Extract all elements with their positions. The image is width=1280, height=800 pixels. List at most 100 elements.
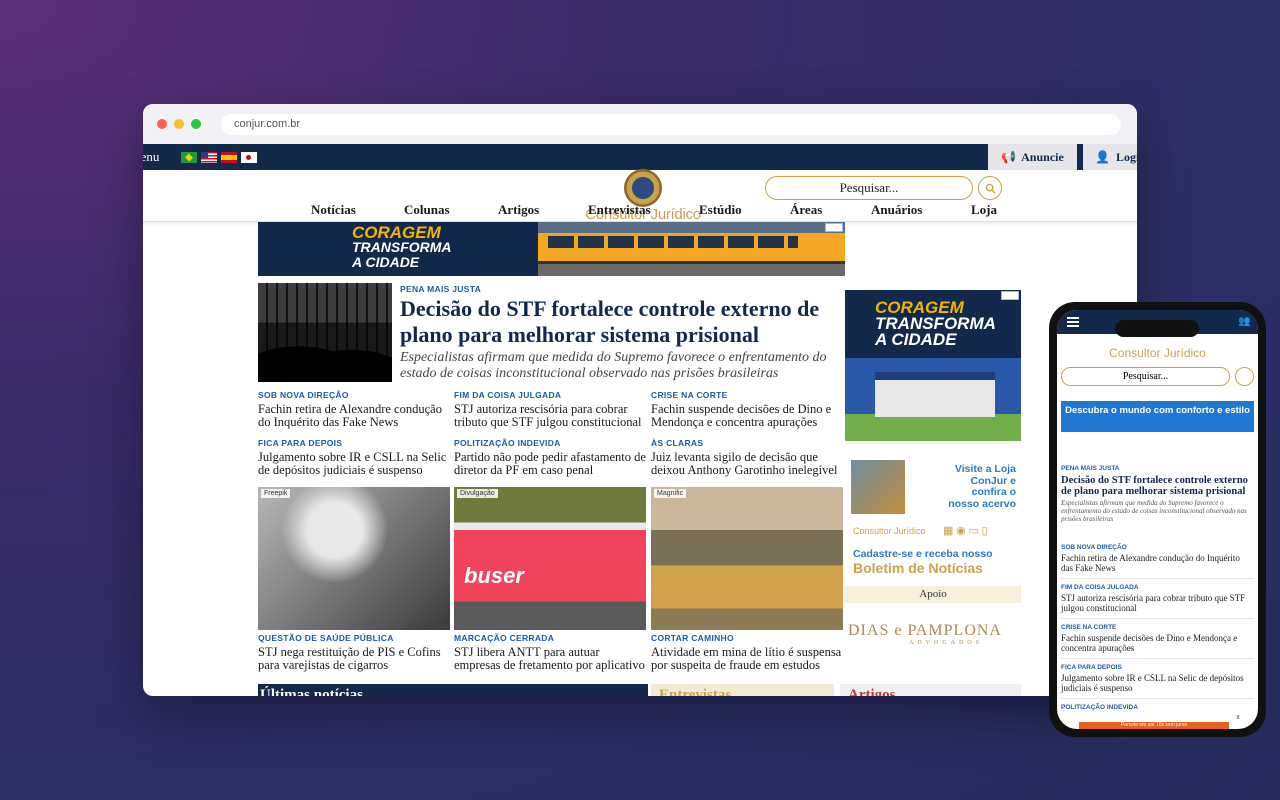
story-item[interactable]: SOB NOVA DIREÇÃO Fachin retira de Alexan… [258, 390, 450, 429]
phone-main-story[interactable]: PENA MAIS JUSTA Decisão do STF fortalece… [1061, 465, 1254, 523]
story-photo-bus[interactable]: Divulgação buser [454, 487, 646, 630]
maximize-dot[interactable] [191, 119, 201, 129]
phone-story-kicker[interactable]: FICA PARA DEPOIS [1061, 664, 1254, 671]
close-dot[interactable] [157, 119, 167, 129]
phone-story-title[interactable]: Fachin retira de Alexandre condução do I… [1061, 553, 1254, 573]
story-kicker[interactable]: MARCAÇÃO CERRADA [454, 633, 646, 643]
story-kicker[interactable]: SOB NOVA DIREÇÃO [258, 390, 450, 400]
phone-story-kicker[interactable]: SOB NOVA DIREÇÃO [1061, 544, 1254, 551]
story-title[interactable]: Fachin retira de Alexandre condução do I… [258, 403, 450, 429]
story-photo-mine[interactable]: Magnific [651, 487, 843, 630]
phone-story[interactable]: SOB NOVA DIREÇÃO Fachin retira de Alexan… [1061, 544, 1254, 579]
search-input[interactable]: Pesquisar... [765, 176, 973, 200]
divider [1061, 618, 1254, 619]
nav-artigos[interactable]: Artigos [498, 202, 539, 218]
divider [1061, 578, 1254, 579]
anuncie-button[interactable]: 📢 Anuncie [988, 144, 1077, 170]
sidebar-ad[interactable]: CORAGEM TRANSFORMA A CIDADE [845, 290, 1021, 441]
main-story-image[interactable] [258, 283, 392, 382]
building-image [875, 372, 995, 417]
story-title[interactable]: Julgamento sobre IR e CSLL na Selic de d… [258, 451, 450, 477]
phone-main-kicker[interactable]: PENA MAIS JUSTA [1061, 465, 1254, 472]
search-button[interactable] [978, 176, 1002, 200]
phone-story[interactable]: CRISE NA CORTE Fachin suspende decisões … [1061, 624, 1254, 659]
phone-mockup: 👥 Consultor Jurídico Pesquisar... Descub… [1049, 302, 1266, 737]
phone-search-icon[interactable] [1235, 367, 1254, 386]
phone-story[interactable]: FIM DA COISA JULGADA STJ autoriza rescis… [1061, 584, 1254, 619]
story-kicker[interactable]: FICA PARA DEPOIS [258, 438, 450, 448]
main-story-kicker[interactable]: PENA MAIS JUSTA [400, 284, 481, 294]
story-title[interactable]: STJ autoriza rescisória para cobrar trib… [454, 403, 646, 429]
story-title[interactable]: Partido não pode pedir afastamento de di… [454, 451, 646, 477]
nav-entrevistas[interactable]: Entrevistas [588, 202, 651, 218]
megaphone-icon: 📢 [1001, 149, 1017, 164]
story-kicker[interactable]: POLITIZAÇÃO INDEVIDA [454, 438, 646, 448]
phone-ad-banner[interactable]: Descubra o mundo com conforto e estilo [1061, 401, 1254, 432]
sponsor-logo[interactable]: DIAS e PAMPLONA ADVOGADOS [848, 622, 1024, 646]
story-item[interactable]: CRISE NA CORTE Fachin suspende decisões … [651, 390, 843, 429]
phone-main-title[interactable]: Decisão do STF fortalece controle extern… [1061, 475, 1254, 497]
hamburger-menu-icon[interactable] [1067, 317, 1079, 327]
ad-choices-icon[interactable] [1001, 291, 1019, 300]
story-title[interactable]: Atividade em mina de lítio é suspensa po… [651, 646, 843, 672]
top-ad-banner[interactable]: CORAGEM TRANSFORMA A CIDADE [258, 222, 845, 276]
search-icon [985, 183, 996, 194]
phone-search-input[interactable]: Pesquisar... [1061, 367, 1230, 386]
menu-button[interactable]: Menu [143, 149, 159, 165]
artigos-header[interactable]: Artigos [840, 684, 1021, 696]
story-item[interactable]: POLITIZAÇÃO INDEVIDA Partido não pode pe… [454, 438, 646, 477]
loja-text: Visite a Loja ConJur e confira o nosso a… [948, 463, 1016, 510]
phone-story[interactable]: POLITIZAÇÃO INDEVIDA [1061, 704, 1254, 711]
entrevistas-header[interactable]: Entrevistas [651, 684, 834, 696]
story-item[interactable]: FICA PARA DEPOIS Julgamento sobre IR e C… [258, 438, 450, 477]
phone-story[interactable]: FICA PARA DEPOIS Julgamento sobre IR e C… [1061, 664, 1254, 699]
nav-colunas[interactable]: Colunas [404, 202, 450, 218]
nav-noticias[interactable]: Notícias [311, 202, 356, 218]
usa-flag-icon[interactable] [201, 151, 218, 163]
phone-story-title[interactable]: Julgamento sobre IR e CSLL na Selic de d… [1061, 673, 1254, 693]
brazil-flag-icon[interactable] [181, 151, 198, 163]
phone-story-title[interactable]: Fachin suspende decisões de Dino e Mendo… [1061, 633, 1254, 653]
photo-story-text[interactable]: CORTAR CAMINHO Atividade em mina de líti… [651, 633, 843, 672]
phone-story-kicker[interactable]: FIM DA COISA JULGADA [1061, 584, 1254, 591]
main-story-title[interactable]: Decisão do STF fortalece controle extern… [400, 296, 840, 348]
newsletter-promo[interactable]: Consultor Jurídico ▦ ◉ ▭ ▯ Cadastre-se e… [845, 522, 1021, 582]
phone-story-title[interactable]: STJ autoriza rescisória para cobrar trib… [1061, 593, 1254, 613]
close-icon[interactable]: x [1230, 714, 1246, 721]
bus-image [538, 222, 845, 276]
user-icon[interactable]: 👥 [1238, 316, 1250, 328]
ad-choices-icon[interactable] [825, 223, 843, 232]
phone-logo[interactable]: Consultor Jurídico [1057, 346, 1258, 360]
story-kicker[interactable]: FIM DA COISA JULGADA [454, 390, 646, 400]
address-bar[interactable]: conjur.com.br [221, 114, 1121, 135]
japan-flag-icon[interactable] [241, 151, 258, 163]
site-header: Consultor Jurídico Pesquisar... Notícias… [143, 169, 1137, 223]
login-button[interactable]: 👤 Login [1083, 144, 1137, 170]
story-kicker[interactable]: CRISE NA CORTE [651, 390, 843, 400]
nav-estudio[interactable]: Estúdio [699, 202, 742, 218]
story-kicker[interactable]: ÀS CLARAS [651, 438, 843, 448]
story-item[interactable]: ÀS CLARAS Juiz levanta sigilo de decisão… [651, 438, 843, 477]
photo-story-text[interactable]: QUESTÃO DE SAÚDE PÚBLICA STJ nega restit… [258, 633, 450, 672]
newsletter-logo: Consultor Jurídico [853, 526, 926, 536]
loja-promo[interactable]: Visite a Loja ConJur e confira o nosso a… [845, 458, 1021, 518]
story-title[interactable]: STJ libera ANTT para autuar empresas de … [454, 646, 646, 672]
minimize-dot[interactable] [174, 119, 184, 129]
spain-flag-icon[interactable] [221, 151, 238, 163]
phone-bottom-ad[interactable]: Parcele em até 10x sem juros [1079, 722, 1229, 729]
phone-story-kicker[interactable]: CRISE NA CORTE [1061, 624, 1254, 631]
story-kicker[interactable]: CORTAR CAMINHO [651, 633, 843, 643]
nav-anuarios[interactable]: Anuários [871, 202, 922, 218]
nav-loja[interactable]: Loja [971, 202, 997, 218]
story-title[interactable]: Juiz levanta sigilo de decisão que deixo… [651, 451, 843, 477]
nav-areas[interactable]: Áreas [790, 202, 822, 218]
phone-story-kicker[interactable]: POLITIZAÇÃO INDEVIDA [1061, 704, 1254, 711]
story-kicker[interactable]: QUESTÃO DE SAÚDE PÚBLICA [258, 633, 450, 643]
banner-line3: A CIDADE [352, 254, 420, 270]
ultimas-noticias-header[interactable]: Últimas notícias [258, 684, 648, 696]
story-photo-cigarette[interactable]: Freepik [258, 487, 450, 630]
story-title[interactable]: Fachin suspende decisões de Dino e Mendo… [651, 403, 843, 429]
photo-story-text[interactable]: MARCAÇÃO CERRADA STJ libera ANTT para au… [454, 633, 646, 672]
story-title[interactable]: STJ nega restituição de PIS e Cofins par… [258, 646, 450, 672]
story-item[interactable]: FIM DA COISA JULGADA STJ autoriza rescis… [454, 390, 646, 429]
